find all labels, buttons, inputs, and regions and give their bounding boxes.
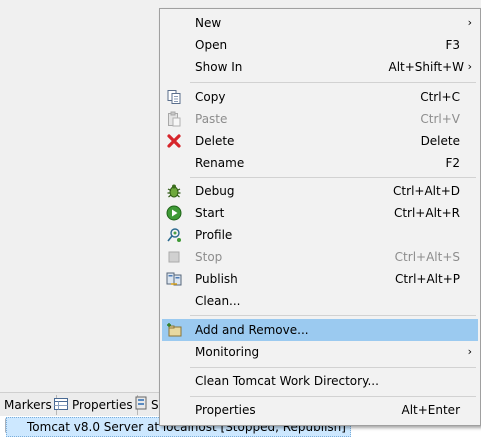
submenu-arrow-icon: › (467, 16, 472, 29)
menu-item-debug-shortcut: Ctrl+Alt+D (393, 184, 460, 198)
menu-item-add-and-remove[interactable]: Add and Remove... (162, 319, 478, 341)
menu-item-show-in-label: Show In (195, 60, 243, 74)
menu-item-new-label: New (195, 16, 222, 30)
menu-item-new[interactable]: New › (162, 12, 478, 34)
menu-item-delete[interactable]: Delete Delete (162, 130, 478, 152)
menu-item-publish-label: Publish (195, 272, 238, 286)
profile-icon (166, 227, 182, 243)
menu-item-copy-label: Copy (195, 90, 226, 104)
menu-item-add-and-remove-label: Add and Remove... (195, 323, 309, 337)
menu-item-delete-shortcut: Delete (420, 134, 460, 148)
menu-item-paste-shortcut: Ctrl+V (420, 112, 460, 126)
menu-item-start-label: Start (195, 206, 225, 220)
menu-item-start[interactable]: Start Ctrl+Alt+R (162, 202, 478, 224)
copy-icon (166, 89, 182, 105)
servers-icon (135, 396, 147, 416)
menu-item-clean[interactable]: Clean... (162, 290, 478, 312)
tab-properties-label: Properties (72, 398, 133, 412)
debug-bug-icon (166, 183, 182, 199)
properties-icon (54, 396, 68, 416)
menu-item-rename[interactable]: Rename F2 (162, 152, 478, 174)
menu-item-paste-label: Paste (195, 112, 228, 126)
menu-item-monitoring-label: Monitoring (195, 345, 260, 359)
menu-item-properties-shortcut: Alt+Enter (401, 403, 460, 417)
menu-item-delete-label: Delete (195, 134, 235, 148)
menu-separator (190, 82, 476, 83)
menu-item-debug[interactable]: Debug Ctrl+Alt+D (162, 180, 478, 202)
menu-item-clean-label: Clean... (195, 294, 241, 308)
menu-item-stop-shortcut: Ctrl+Alt+S (394, 250, 460, 264)
menu-item-copy[interactable]: Copy Ctrl+C (162, 86, 478, 108)
menu-item-properties[interactable]: Properties Alt+Enter (162, 399, 478, 421)
menu-item-stop[interactable]: Stop Ctrl+Alt+S (162, 246, 478, 268)
menu-item-clean-work-directory-label: Clean Tomcat Work Directory... (195, 374, 379, 388)
start-run-icon (166, 205, 182, 221)
menu-separator (190, 315, 476, 316)
menu-item-publish-shortcut: Ctrl+Alt+P (395, 272, 460, 286)
submenu-arrow-icon: › (467, 60, 472, 73)
menu-item-debug-label: Debug (195, 184, 235, 198)
menu-item-clean-work-directory[interactable]: Clean Tomcat Work Directory... (162, 370, 478, 392)
tab-servers[interactable]: S (131, 395, 163, 415)
menu-item-open[interactable]: Open F3 (162, 34, 478, 56)
menu-item-open-label: Open (195, 38, 228, 52)
tab-markers[interactable]: Markers (0, 395, 57, 415)
menu-item-properties-label: Properties (195, 403, 256, 417)
menu-item-show-in[interactable]: Show In Alt+Shift+W › (162, 56, 478, 78)
submenu-arrow-icon: › (467, 345, 472, 358)
publish-icon (166, 271, 182, 287)
tab-properties[interactable]: Properties (50, 395, 138, 415)
stop-icon (166, 249, 182, 265)
menu-item-rename-label: Rename (195, 156, 245, 170)
menu-separator (190, 396, 476, 397)
tab-servers-label: S (151, 398, 159, 412)
add-remove-icon (166, 322, 182, 338)
menu-item-show-in-shortcut: Alt+Shift+W (388, 60, 465, 74)
menu-separator (190, 367, 476, 368)
menu-item-start-shortcut: Ctrl+Alt+R (393, 206, 460, 220)
menu-separator (190, 177, 476, 178)
menu-item-publish[interactable]: Publish Ctrl+Alt+P (162, 268, 478, 290)
menu-item-open-shortcut: F3 (445, 38, 460, 52)
delete-icon (166, 133, 182, 149)
menu-item-paste[interactable]: Paste Ctrl+V (162, 108, 478, 130)
tab-markers-label: Markers (4, 398, 52, 412)
menu-item-rename-shortcut: F2 (445, 156, 460, 170)
menu-item-profile-label: Profile (195, 228, 233, 242)
menu-item-monitoring[interactable]: Monitoring › (162, 341, 478, 363)
menu-item-stop-label: Stop (195, 250, 223, 264)
menu-item-profile[interactable]: Profile (162, 224, 478, 246)
menu-item-copy-shortcut: Ctrl+C (420, 90, 460, 104)
context-menu: New › Open F3 Show In Alt+Shift+W › Copy… (159, 8, 481, 426)
paste-icon (166, 111, 182, 127)
